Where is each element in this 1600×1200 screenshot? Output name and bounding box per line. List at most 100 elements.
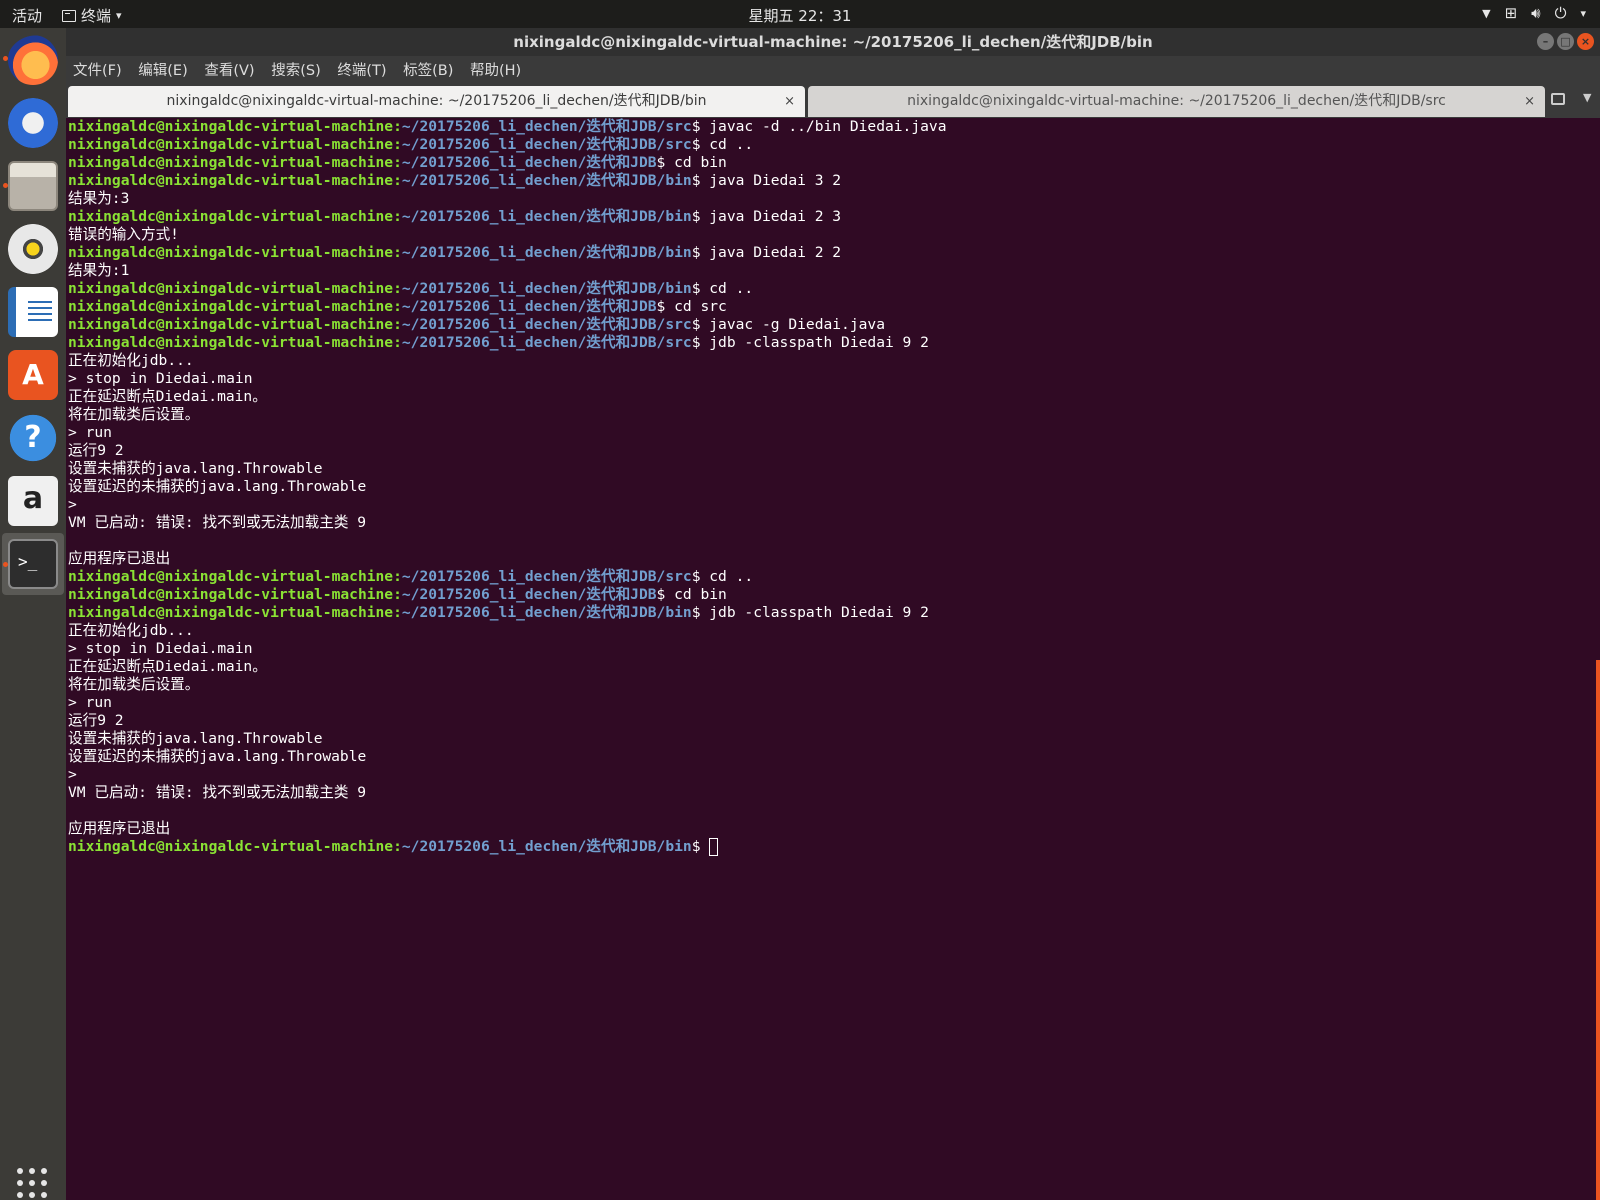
prompt-user: nixingaldc@nixingaldc-virtual-machine bbox=[68, 208, 394, 225]
prompt-user: nixingaldc@nixingaldc-virtual-machine bbox=[68, 280, 394, 297]
tab-src[interactable]: nixingaldc@nixingaldc-virtual-machine: ~… bbox=[808, 86, 1545, 117]
menu-help[interactable]: 帮助(H) bbox=[470, 56, 521, 86]
new-tab-icon[interactable] bbox=[1551, 93, 1565, 105]
terminal-icon bbox=[62, 9, 76, 22]
prompt-path: ~/20175206_li_dechen/迭代和JDB/src bbox=[401, 568, 692, 585]
prompt-line: nixingaldc@nixingaldc-virtual-machine:~/… bbox=[66, 838, 1600, 856]
tab-bin[interactable]: nixingaldc@nixingaldc-virtual-machine: ~… bbox=[68, 86, 805, 117]
firefox-icon[interactable] bbox=[8, 35, 58, 85]
command-text: $ jdb -classpath Diedai 9 2 bbox=[691, 334, 929, 351]
output-text: > run bbox=[68, 424, 112, 441]
files-icon[interactable] bbox=[8, 161, 58, 211]
prompt-path: ~/20175206_li_dechen/迭代和JDB bbox=[401, 154, 657, 171]
command-text: $ javac -g Diedai.java bbox=[691, 316, 885, 333]
prompt-path: ~/20175206_li_dechen/迭代和JDB/src bbox=[401, 136, 692, 153]
prompt-line: nixingaldc@nixingaldc-virtual-machine:~/… bbox=[68, 136, 754, 153]
help-icon[interactable]: ? bbox=[8, 413, 58, 463]
command-text: $ cd bin bbox=[656, 154, 727, 171]
prompt-user: nixingaldc@nixingaldc-virtual-machine bbox=[68, 136, 394, 153]
prompt-user: nixingaldc@nixingaldc-virtual-machine bbox=[68, 838, 394, 855]
prompt-user: nixingaldc@nixingaldc-virtual-machine bbox=[68, 298, 394, 315]
prompt-line: nixingaldc@nixingaldc-virtual-machine:~/… bbox=[68, 586, 727, 603]
prompt-user: nixingaldc@nixingaldc-virtual-machine bbox=[68, 244, 394, 261]
window-title: nixingaldc@nixingaldc-virtual-machine: ~… bbox=[513, 33, 1153, 51]
prompt-path: ~/20175206_li_dechen/迭代和JDB bbox=[401, 298, 657, 315]
prompt-line: nixingaldc@nixingaldc-virtual-machine:~/… bbox=[68, 568, 754, 585]
command-text: $ cd .. bbox=[691, 136, 754, 153]
output-text: 将在加载类后设置。 bbox=[68, 676, 200, 693]
output-line: 设置延迟的未捕获的java.lang.Throwable bbox=[66, 478, 1600, 496]
menu-view[interactable]: 查看(V) bbox=[204, 56, 254, 86]
output-text: > bbox=[68, 496, 77, 513]
chevron-down-icon[interactable]: ▾ bbox=[1580, 7, 1586, 20]
chevron-down-icon[interactable]: ▼ bbox=[1583, 91, 1591, 104]
output-text: 运行9 2 bbox=[68, 712, 124, 729]
output-line: 设置延迟的未捕获的java.lang.Throwable bbox=[66, 748, 1600, 766]
output-line: 正在初始化jdb... bbox=[66, 622, 1600, 640]
amazon-icon[interactable]: a bbox=[8, 476, 58, 526]
output-line: 结果为:1 bbox=[66, 262, 1600, 280]
rhythmbox-icon[interactable] bbox=[8, 224, 58, 274]
activities-button[interactable]: 活动 bbox=[12, 5, 42, 26]
show-applications-icon[interactable] bbox=[17, 1168, 49, 1200]
volume-icon[interactable]: 🔊︎ bbox=[1531, 4, 1540, 22]
network-icon[interactable]: ⊞ bbox=[1505, 4, 1518, 22]
prompt-line: nixingaldc@nixingaldc-virtual-machine:~/… bbox=[68, 244, 842, 261]
output-text: 设置延迟的未捕获的java.lang.Throwable bbox=[68, 478, 367, 495]
close-window-button[interactable]: × bbox=[1577, 33, 1594, 50]
menu-terminal[interactable]: 终端(T) bbox=[337, 56, 386, 86]
maximize-button[interactable]: □ bbox=[1557, 33, 1574, 50]
software-store-icon[interactable]: A bbox=[8, 350, 58, 400]
output-text: > stop in Diedai.main bbox=[68, 370, 253, 387]
prompt-user: nixingaldc@nixingaldc-virtual-machine bbox=[68, 604, 394, 621]
output-line: 运行9 2 bbox=[66, 442, 1600, 460]
output-line: 将在加载类后设置。 bbox=[66, 406, 1600, 424]
output-line: > stop in Diedai.main bbox=[66, 640, 1600, 658]
terminal-app-icon[interactable]: >_ bbox=[8, 539, 58, 589]
output-text: 正在初始化jdb... bbox=[68, 622, 194, 639]
prompt-path: ~/20175206_li_dechen/迭代和JDB/bin bbox=[401, 244, 692, 261]
output-text: 将在加载类后设置。 bbox=[68, 406, 200, 423]
libreoffice-writer-icon[interactable] bbox=[8, 287, 58, 337]
app-menu-button[interactable]: 终端 ▾ bbox=[62, 5, 122, 26]
dock: A ? a >_ bbox=[0, 28, 66, 1200]
output-text: 结果为:3 bbox=[68, 190, 130, 207]
terminal-cursor bbox=[709, 838, 719, 856]
command-text: $ cd bin bbox=[656, 586, 727, 603]
close-tab-icon[interactable]: × bbox=[1524, 86, 1535, 117]
prompt-user: nixingaldc@nixingaldc-virtual-machine bbox=[68, 118, 394, 135]
system-tray[interactable]: ▼ ⊞ 🔊︎ ⏻ ▾ bbox=[1482, 4, 1586, 22]
menu-search[interactable]: 搜索(S) bbox=[271, 56, 321, 86]
menu-edit[interactable]: 编辑(E) bbox=[138, 56, 187, 86]
chevron-down-icon: ▾ bbox=[116, 9, 122, 22]
prompt-line: nixingaldc@nixingaldc-virtual-machine:~/… bbox=[68, 298, 727, 315]
output-text: 正在初始化jdb... bbox=[68, 352, 194, 369]
output-text: > stop in Diedai.main bbox=[68, 640, 253, 657]
menu-tabs[interactable]: 标签(B) bbox=[403, 56, 453, 86]
tab-label: nixingaldc@nixingaldc-virtual-machine: ~… bbox=[907, 93, 1446, 109]
clock[interactable]: 星期五 22：31 bbox=[749, 7, 852, 25]
command-text: $ bbox=[691, 838, 710, 855]
output-text: VM 已启动: 错误: 找不到或无法加载主类 9 bbox=[68, 514, 366, 531]
thunderbird-icon[interactable] bbox=[8, 98, 58, 148]
output-text: 应用程序已退出 bbox=[68, 550, 171, 567]
output-text: VM 已启动: 错误: 找不到或无法加载主类 9 bbox=[68, 784, 366, 801]
power-icon[interactable]: ⏻ bbox=[1555, 4, 1567, 22]
scrollbar[interactable] bbox=[1596, 660, 1600, 1200]
window-title-bar[interactable]: nixingaldc@nixingaldc-virtual-machine: ~… bbox=[66, 28, 1600, 56]
prompt-path: ~/20175206_li_dechen/迭代和JDB/bin bbox=[401, 838, 692, 855]
output-text: 运行9 2 bbox=[68, 442, 124, 459]
command-text: $ cd .. bbox=[691, 568, 754, 585]
minimize-button[interactable]: – bbox=[1537, 33, 1554, 50]
tab-bar: nixingaldc@nixingaldc-virtual-machine: ~… bbox=[66, 86, 1600, 118]
menu-file[interactable]: 文件(F) bbox=[73, 56, 122, 86]
command-text: $ javac -d ../bin Diedai.java bbox=[691, 118, 947, 135]
output-line: > bbox=[66, 766, 1600, 784]
chevron-down-icon[interactable]: ▼ bbox=[1482, 7, 1490, 20]
output-line: > run bbox=[66, 424, 1600, 442]
command-text: $ java Diedai 3 2 bbox=[691, 172, 842, 189]
terminal-output[interactable]: nixingaldc@nixingaldc-virtual-machine:~/… bbox=[66, 118, 1600, 1200]
output-line: > stop in Diedai.main bbox=[66, 370, 1600, 388]
close-tab-icon[interactable]: × bbox=[784, 86, 795, 117]
